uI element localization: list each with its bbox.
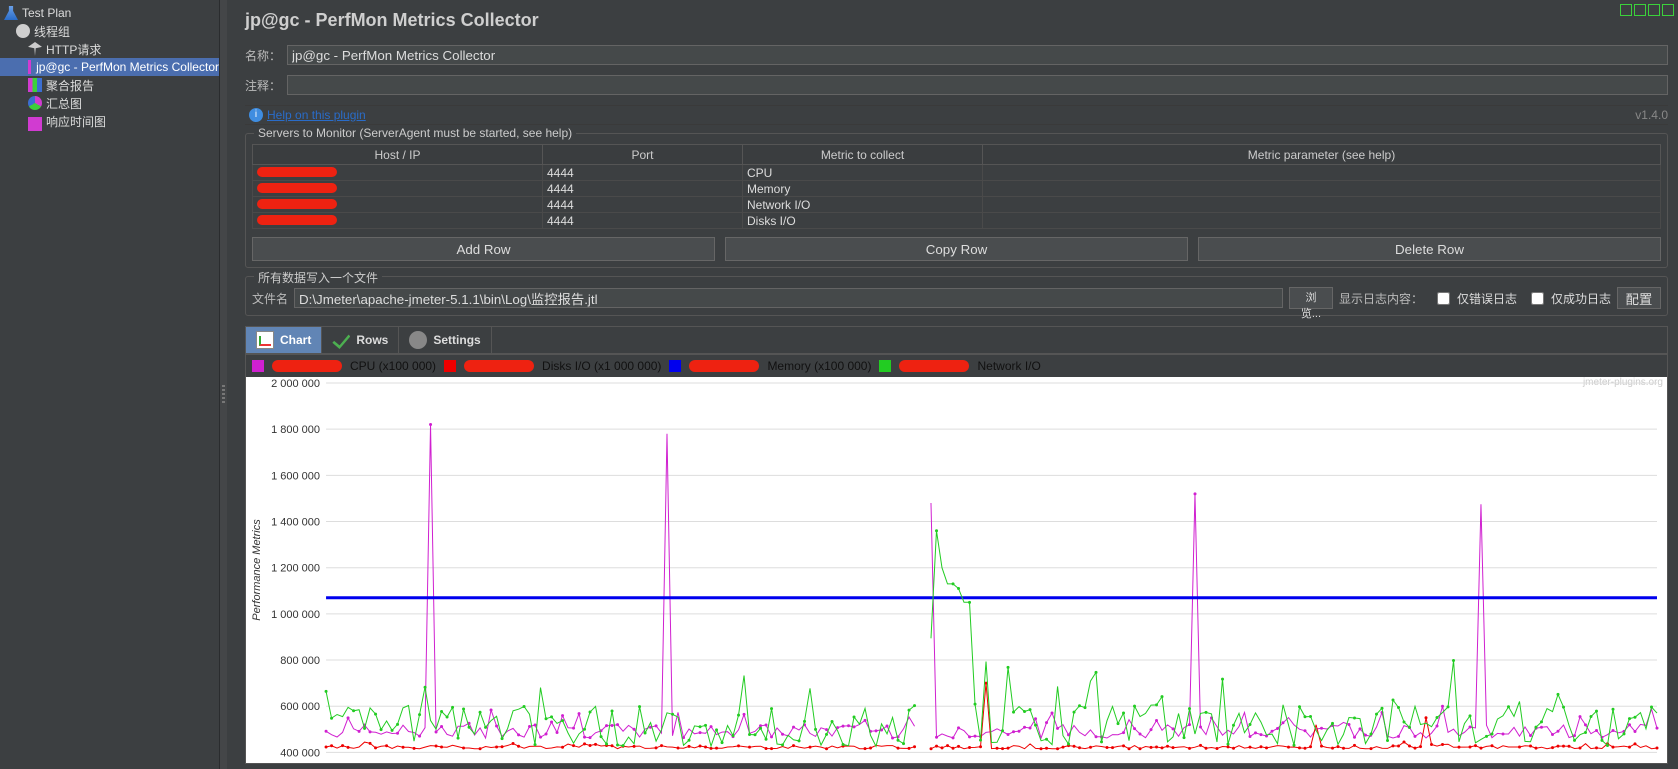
- version-label: v1.4.0: [1635, 108, 1668, 122]
- tree-item-0[interactable]: Test Plan: [0, 4, 219, 22]
- svg-text:1 800 000: 1 800 000: [271, 424, 320, 436]
- legend-label: Disks I/O (x1 000 000): [542, 359, 661, 373]
- tree-item-4[interactable]: 聚合报告: [0, 76, 219, 94]
- ico-pin: [28, 42, 42, 56]
- help-link[interactable]: Help on this plugin: [267, 108, 366, 122]
- servers-group: Servers to Monitor (ServerAgent must be …: [245, 133, 1668, 268]
- config-button[interactable]: 配置: [1617, 287, 1661, 309]
- tree-item-5[interactable]: 汇总图: [0, 94, 219, 112]
- browse-button[interactable]: 浏览...: [1289, 287, 1333, 309]
- redacted-host: [257, 215, 337, 225]
- redacted-legend: [689, 360, 759, 372]
- chart-box: CPU (x100 000) Disks I/O (x1 000 000) Me…: [245, 354, 1668, 764]
- legend-label: Memory (x100 000): [767, 359, 871, 373]
- success-only-label: 仅成功日志: [1551, 290, 1611, 307]
- file-group: 所有数据写入一个文件 文件名 浏览... 显示日志内容： 仅错误日志 仅成功日志…: [245, 276, 1668, 316]
- tab-rows[interactable]: Rows: [322, 327, 399, 353]
- chart-legend: CPU (x100 000) Disks I/O (x1 000 000) Me…: [246, 355, 1667, 377]
- redacted-legend: [464, 360, 534, 372]
- servers-caption: Servers to Monitor (ServerAgent must be …: [254, 126, 576, 140]
- svg-text:2 000 000: 2 000 000: [271, 378, 320, 390]
- file-label: 文件名: [252, 290, 288, 307]
- name-label: 名称：: [245, 47, 287, 64]
- redacted-legend: [899, 360, 969, 372]
- show-log-label: 显示日志内容：: [1339, 290, 1423, 307]
- ico-chart: [28, 60, 32, 74]
- legend-label: CPU (x100 000): [350, 359, 436, 373]
- tree-item-label: Test Plan: [22, 6, 71, 20]
- tab-label: Settings: [433, 333, 480, 347]
- name-field[interactable]: [287, 45, 1668, 65]
- tico-rows-icon: [332, 331, 350, 349]
- redacted-host: [257, 183, 337, 193]
- tab-chart[interactable]: Chart: [246, 327, 322, 353]
- svg-text:1 200 000: 1 200 000: [271, 563, 320, 575]
- table-row[interactable]: 4444Memory: [253, 181, 1661, 197]
- table-row[interactable]: 4444Disks I/O: [253, 213, 1661, 229]
- add-row-button[interactable]: Add Row: [252, 237, 715, 261]
- col-header[interactable]: Metric to collect: [743, 145, 983, 165]
- tree-panel: Test Plan 线程组HTTP请求 jp@gc - PerfMon Metric…: [0, 0, 220, 769]
- ico-gear: [16, 24, 30, 38]
- tree-item-label: 响应时间图: [46, 113, 106, 130]
- redacted-host: [257, 199, 337, 209]
- legend-label: Network I/O: [977, 359, 1040, 373]
- errors-only-label: 仅错误日志: [1457, 290, 1517, 307]
- svg-text:800 000: 800 000: [280, 655, 320, 667]
- ico-flask: [4, 6, 18, 20]
- table-row[interactable]: 4444Network I/O: [253, 197, 1661, 213]
- success-only-checkbox[interactable]: [1531, 292, 1544, 305]
- tab-label: Chart: [280, 333, 311, 347]
- col-header[interactable]: Host / IP: [253, 145, 543, 165]
- legend-swatch: [444, 360, 456, 372]
- info-icon: i: [249, 108, 263, 122]
- svg-text:1 000 000: 1 000 000: [271, 609, 320, 621]
- chart-plot[interactable]: jmeter-plugins.org 400 000600 000800 000…: [246, 377, 1667, 763]
- legend-swatch: [879, 360, 891, 372]
- col-header[interactable]: Port: [543, 145, 743, 165]
- svg-text:1 600 000: 1 600 000: [271, 470, 320, 482]
- tree-item-label: 汇总图: [46, 95, 82, 112]
- tree-item-3[interactable]: jp@gc - PerfMon Metrics Collector: [0, 58, 219, 76]
- ico-bar: [28, 78, 42, 92]
- errors-only-checkbox[interactable]: [1437, 292, 1450, 305]
- copy-row-button[interactable]: Copy Row: [725, 237, 1188, 261]
- ico-line: [28, 117, 42, 131]
- table-row[interactable]: 4444CPU: [253, 165, 1661, 181]
- splitter-vertical[interactable]: [220, 0, 227, 769]
- tree-item-label: 聚合报告: [46, 77, 94, 94]
- ico-pie: [28, 96, 42, 110]
- tree-item-2[interactable]: HTTP请求: [0, 40, 219, 58]
- tico-chart-icon: [256, 331, 274, 349]
- tree-item-6[interactable]: 响应时间图: [0, 112, 219, 130]
- file-caption: 所有数据写入一个文件: [254, 269, 382, 286]
- svg-text:600 000: 600 000: [280, 701, 320, 713]
- tree-item-1[interactable]: 线程组: [0, 22, 219, 40]
- tabs: Chart Rows Settings: [245, 326, 1668, 354]
- tico-gear-icon: [409, 331, 427, 349]
- file-field[interactable]: [294, 288, 1283, 308]
- page-title: jp@gc - PerfMon Metrics Collector: [245, 10, 1668, 31]
- comment-label: 注释：: [245, 77, 287, 94]
- tab-settings[interactable]: Settings: [399, 327, 491, 353]
- svg-text:1 400 000: 1 400 000: [271, 517, 320, 529]
- main-panel: jp@gc - PerfMon Metrics Collector 名称： 注释…: [227, 0, 1678, 769]
- tree-item-label: 线程组: [34, 23, 70, 40]
- redacted-host: [257, 167, 337, 177]
- tree-item-label: HTTP请求: [46, 41, 101, 58]
- col-header[interactable]: Metric parameter (see help): [983, 145, 1661, 165]
- redacted-legend: [272, 360, 342, 372]
- servers-table[interactable]: Host / IPPortMetric to collectMetric par…: [252, 144, 1661, 229]
- svg-text:400 000: 400 000: [280, 747, 320, 759]
- tab-label: Rows: [356, 333, 388, 347]
- legend-swatch: [669, 360, 681, 372]
- comment-field[interactable]: [287, 75, 1668, 95]
- delete-row-button[interactable]: Delete Row: [1198, 237, 1661, 261]
- legend-swatch: [252, 360, 264, 372]
- svg-text:Performance Metrics: Performance Metrics: [251, 519, 263, 621]
- tree-item-label: jp@gc - PerfMon Metrics Collector: [36, 60, 219, 74]
